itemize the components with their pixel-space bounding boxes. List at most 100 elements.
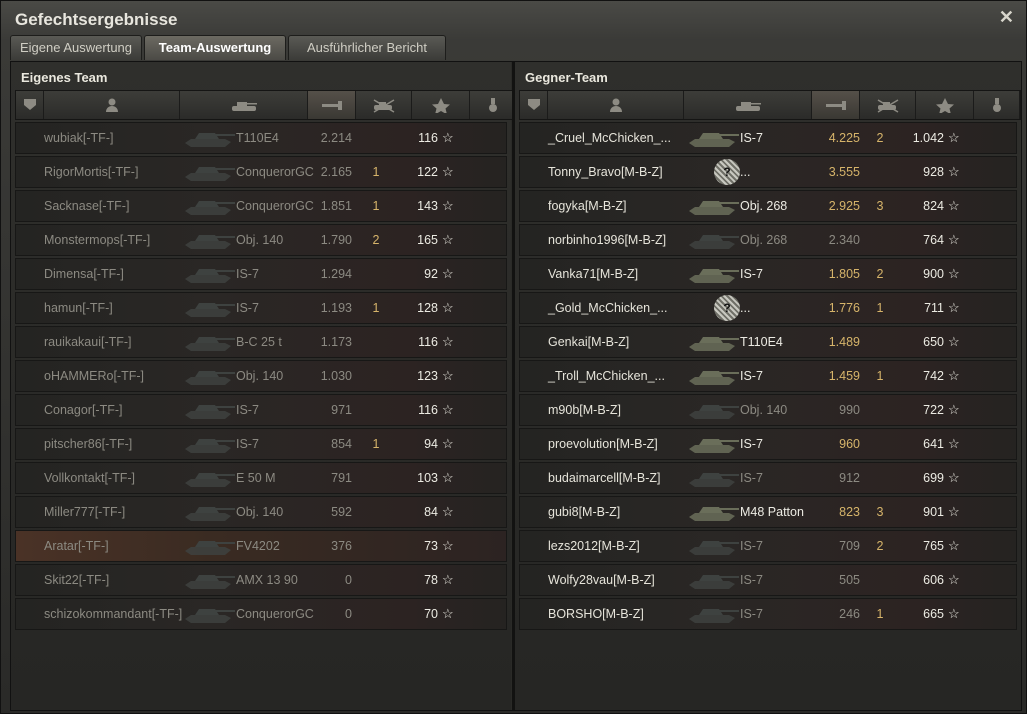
player-name: _Cruel_McChicken_... bbox=[548, 131, 671, 145]
kills-value: 1 bbox=[876, 301, 884, 315]
player-row[interactable]: budaimarcell[M-B-Z] IS-7 912 699 ☆ bbox=[519, 462, 1017, 494]
tab-team-evaluation[interactable]: Team-Auswertung bbox=[144, 35, 286, 60]
player-row[interactable]: Dimensa[-TF-] IS-7 1.294 92 ☆ bbox=[15, 258, 507, 290]
player-name: schizokommandant[-TF-] bbox=[44, 607, 183, 621]
player-row[interactable]: schizokommandant[-TF-] ConquerorGC 0 70 ☆ bbox=[15, 598, 507, 630]
column-kills-header[interactable] bbox=[356, 91, 412, 119]
player-name: gubi8[M-B-Z] bbox=[548, 505, 621, 519]
tank-name: Obj. 140 bbox=[236, 505, 284, 519]
column-tank-header[interactable] bbox=[684, 91, 812, 119]
column-damage-header[interactable] bbox=[308, 91, 356, 119]
player-row[interactable]: norbinho1996[M-B-Z] Obj. 268 2.340 764 ☆ bbox=[519, 224, 1017, 256]
player-row[interactable]: Conagor[-TF-] IS-7 971 116 ☆ bbox=[15, 394, 507, 426]
xp-value: 123 bbox=[417, 369, 438, 383]
enemy-team-list: _Cruel_McChicken_... IS-7 4.225 2 1.042 ☆ Tonn… bbox=[519, 122, 1017, 632]
player-name: budaimarcell[M-B-Z] bbox=[548, 471, 661, 485]
column-player-header[interactable] bbox=[44, 91, 180, 119]
player-row[interactable]: oHAMMERo[-TF-] Obj. 140 1.030 123 ☆ bbox=[15, 360, 507, 392]
damage-value: 912 bbox=[839, 471, 860, 485]
close-icon[interactable]: ✕ bbox=[999, 7, 1014, 28]
player-row[interactable]: Aratar[-TF-] FV4202 376 73 ☆ bbox=[15, 530, 507, 562]
tab-detailed-report[interactable]: Ausführlicher Bericht bbox=[288, 35, 446, 60]
xp-star-icon: ☆ bbox=[948, 504, 960, 519]
player-row[interactable]: Genkai[M-B-Z] T110E4 1.489 650 ☆ bbox=[519, 326, 1017, 358]
player-row[interactable]: _Gold_McChicken_...?... 1.776 1 711 ☆ bbox=[519, 292, 1017, 324]
column-medal-header[interactable] bbox=[470, 91, 516, 119]
column-medal-header[interactable] bbox=[974, 91, 1020, 119]
player-row[interactable]: Skit22[-TF-] AMX 13 90 0 78 ☆ bbox=[15, 564, 507, 596]
player-row[interactable]: _Cruel_McChicken_... IS-7 4.225 2 1.042 ☆ bbox=[519, 122, 1017, 154]
damage-value: 376 bbox=[331, 539, 352, 553]
kills-value: 1 bbox=[876, 607, 884, 621]
xp-star-icon: ☆ bbox=[442, 164, 454, 179]
tank-name: ... bbox=[740, 301, 751, 315]
column-xp-star-header[interactable] bbox=[412, 91, 470, 119]
column-player-header[interactable] bbox=[548, 91, 684, 119]
player-row[interactable]: m90b[M-B-Z] Obj. 140 990 722 ☆ bbox=[519, 394, 1017, 426]
tank-name: FV4202 bbox=[236, 539, 280, 553]
column-damage-header[interactable] bbox=[812, 91, 860, 119]
damage-value: 1.776 bbox=[828, 301, 860, 315]
damage-value: 2.214 bbox=[320, 131, 352, 145]
kills-value: 1 bbox=[372, 437, 380, 451]
tank-image-icon bbox=[185, 201, 235, 215]
damage-value: 791 bbox=[331, 471, 352, 485]
player-name: Wolfy28vau[M-B-Z] bbox=[548, 573, 655, 587]
player-row[interactable]: Sacknase[-TF-] ConquerorGC 1.851 1 143 ☆ bbox=[15, 190, 507, 222]
kills-value: 2 bbox=[876, 267, 884, 281]
player-row[interactable]: Wolfy28vau[M-B-Z] IS-7 505 606 ☆ bbox=[519, 564, 1017, 596]
own-team-panel: Eigenes Team wubiak[-TF-] T110E4 2.214 116 ☆… bbox=[11, 62, 517, 710]
tank-name: IS-7 bbox=[740, 437, 763, 451]
player-row[interactable]: proevolution[M-B-Z] IS-7 960 641 ☆ bbox=[519, 428, 1017, 460]
player-icon bbox=[98, 97, 126, 113]
damage-value: 2.165 bbox=[320, 165, 352, 179]
tank-name: ... bbox=[740, 165, 751, 179]
damage-value: 823 bbox=[839, 505, 860, 519]
player-row[interactable]: pitscher86[-TF-] IS-7 854 1 94 ☆ bbox=[15, 428, 507, 460]
tank-name: IS-7 bbox=[236, 267, 259, 281]
player-row[interactable]: fogyka[M-B-Z] Obj. 268 2.925 3 824 ☆ bbox=[519, 190, 1017, 222]
xp-star-icon: ☆ bbox=[948, 572, 960, 587]
own-team-list: wubiak[-TF-] T110E4 2.214 116 ☆ RigorMortis[-… bbox=[15, 122, 507, 632]
damage-value: 0 bbox=[345, 573, 352, 587]
damage-value: 1.489 bbox=[828, 335, 860, 349]
tank-name: IS-7 bbox=[740, 573, 763, 587]
tank-image-icon bbox=[689, 133, 739, 147]
player-row[interactable]: lezs2012[M-B-Z] IS-7 709 2 765 ☆ bbox=[519, 530, 1017, 562]
tank-icon bbox=[230, 97, 258, 113]
player-row[interactable]: BORSHO[M-B-Z] IS-7 246 1 665 ☆ bbox=[519, 598, 1017, 630]
xp-value: 900 bbox=[923, 267, 944, 281]
player-name: rauikakaui[-TF-] bbox=[44, 335, 132, 349]
tank-image-icon bbox=[185, 235, 235, 249]
player-row[interactable]: RigorMortis[-TF-] ConquerorGC 2.165 1 122 ☆ bbox=[15, 156, 507, 188]
tank-name: Obj. 268 bbox=[740, 199, 788, 213]
player-row[interactable]: hamun[-TF-] IS-7 1.193 1 128 ☆ bbox=[15, 292, 507, 324]
xp-star-icon: ☆ bbox=[442, 300, 454, 315]
xp-star-icon: ☆ bbox=[442, 402, 454, 417]
column-xp-star-header[interactable] bbox=[916, 91, 974, 119]
player-row[interactable]: Monstermops[-TF-] Obj. 140 1.790 2 165 ☆ bbox=[15, 224, 507, 256]
column-rank-badge-header[interactable] bbox=[16, 91, 44, 119]
tank-image-icon bbox=[185, 439, 235, 453]
player-row[interactable]: wubiak[-TF-] T110E4 2.214 116 ☆ bbox=[15, 122, 507, 154]
column-tank-header[interactable] bbox=[180, 91, 308, 119]
tank-image-icon bbox=[185, 473, 235, 487]
column-kills-header[interactable] bbox=[860, 91, 916, 119]
xp-star-icon: ☆ bbox=[442, 538, 454, 553]
tab-own-evaluation[interactable]: Eigene Auswertung bbox=[10, 35, 142, 60]
xp-star-icon: ☆ bbox=[948, 470, 960, 485]
player-row[interactable]: Miller777[-TF-] Obj. 140 592 84 ☆ bbox=[15, 496, 507, 528]
player-row[interactable]: Vanka71[M-B-Z] IS-7 1.805 2 900 ☆ bbox=[519, 258, 1017, 290]
player-row[interactable]: gubi8[M-B-Z] M48 Patton 823 3 901 ☆ bbox=[519, 496, 1017, 528]
xp-star-icon: ☆ bbox=[948, 368, 960, 383]
tank-name: T110E4 bbox=[740, 335, 783, 349]
xp-star-icon: ☆ bbox=[948, 130, 960, 145]
player-row[interactable]: Tonny_Bravo[M-B-Z]?... 3.555 928 ☆ bbox=[519, 156, 1017, 188]
column-rank-badge-header[interactable] bbox=[520, 91, 548, 119]
damage-value: 3.555 bbox=[828, 165, 860, 179]
player-row[interactable]: rauikakaui[-TF-] B-C 25 t 1.173 116 ☆ bbox=[15, 326, 507, 358]
xp-value: 143 bbox=[417, 199, 438, 213]
player-row[interactable]: _Troll_McChicken_... IS-7 1.459 1 742 ☆ bbox=[519, 360, 1017, 392]
xp-value: 928 bbox=[923, 165, 944, 179]
player-row[interactable]: Vollkontakt[-TF-] E 50 M 791 103 ☆ bbox=[15, 462, 507, 494]
